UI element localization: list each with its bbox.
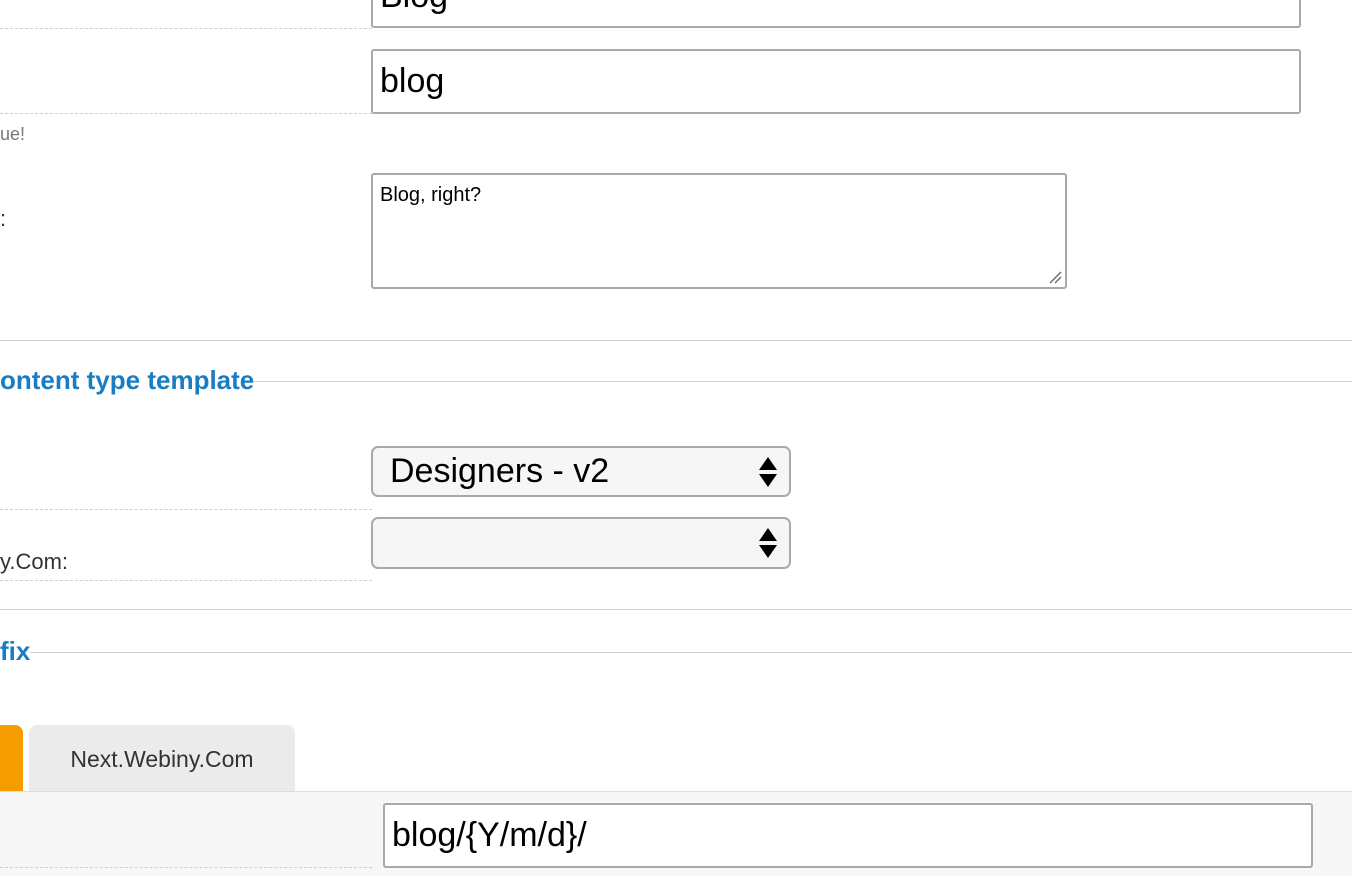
description-textarea[interactable]: Blog, right? xyxy=(371,173,1067,289)
select-arrows-icon xyxy=(759,528,777,558)
divider-site xyxy=(0,580,372,581)
slug-input-value: blog xyxy=(380,62,445,100)
template-section-title: ontent type template xyxy=(0,365,255,395)
prefix-section-legend: fix xyxy=(0,636,1352,667)
divider-title xyxy=(0,28,372,29)
slug-input[interactable]: blog xyxy=(371,49,1301,114)
section-divider-template xyxy=(0,340,1352,341)
url-prefix-input-value: blog/{Y/m/d}/ xyxy=(392,816,587,854)
resize-handle-icon[interactable] xyxy=(1048,270,1062,284)
tab-next-webiny-com-label: Next.Webiny.Com xyxy=(70,746,254,772)
url-prefix-input[interactable]: blog/{Y/m/d}/ xyxy=(383,803,1313,868)
description-label: : xyxy=(0,206,7,231)
divider-slug xyxy=(0,113,372,114)
site-select-label: y.Com: xyxy=(0,549,69,574)
site-select[interactable] xyxy=(371,517,791,569)
legend-rule xyxy=(30,652,1352,653)
template-select[interactable]: Designers - v2 xyxy=(371,446,791,497)
divider-prefix xyxy=(0,867,372,868)
template-section-legend: ontent type template xyxy=(0,365,1352,396)
description-textarea-value: Blog, right? xyxy=(380,184,482,206)
section-divider-prefix xyxy=(0,609,1352,610)
divider-template xyxy=(0,509,372,510)
slug-help-text: ue! xyxy=(0,124,26,144)
title-input[interactable]: Blog xyxy=(371,0,1301,28)
tab-active-site[interactable] xyxy=(0,725,23,792)
template-select-value: Designers - v2 xyxy=(390,452,610,490)
content-type-form: Blog blog ue! : Blog, right? ontent type… xyxy=(0,0,1352,876)
legend-rule xyxy=(254,381,1352,382)
select-arrows-icon xyxy=(759,457,777,487)
tab-next-webiny-com[interactable]: Next.Webiny.Com xyxy=(29,725,295,792)
title-input-value: Blog xyxy=(380,0,448,15)
prefix-section-title: fix xyxy=(0,636,31,666)
